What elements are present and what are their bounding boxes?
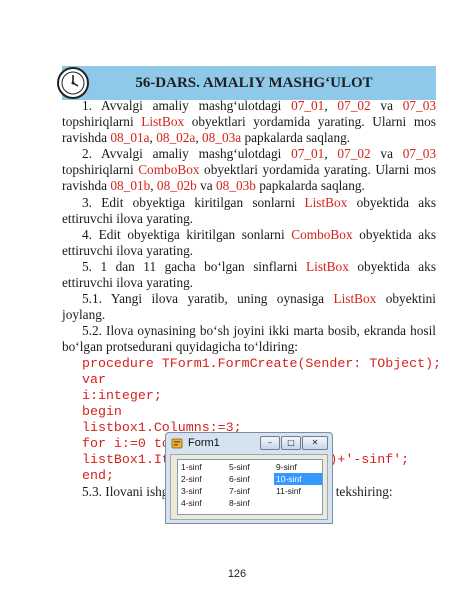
lesson-title: 56-DARS. AMALIY MASHG‘ULOT [135,74,373,91]
page-number: 126 [227,568,247,580]
delphi-app-icon [171,438,183,449]
code-line: procedure TForm1.FormCreate(Sender: TObj… [82,355,442,371]
code-line: var [82,371,106,387]
list-item[interactable]: 11-sinf [274,485,322,497]
list-item-selected[interactable]: 10-sinf [274,473,322,485]
task-5-2: 5.2. Ilova oynasining bo‘sh joyini ikki … [62,323,436,355]
list-item[interactable]: 6-sinf [227,473,275,485]
listbox-column: 5-sinf 6-sinf 7-sinf 8-sinf [227,461,275,509]
list-item[interactable]: 4-sinf [179,497,227,509]
lesson-banner: 56-DARS. AMALIY MASHG‘ULOT [62,66,436,100]
task-4: 4. Edit obyektiga kiritilgan sonlarni Co… [62,226,436,258]
window-controls: – □ ✕ [260,436,328,450]
listbox1[interactable]: 1-sinf 2-sinf 3-sinf 4-sinf 5-sinf 6-sin… [177,459,323,515]
list-item[interactable]: 2-sinf [179,473,227,485]
close-button[interactable]: ✕ [302,436,328,450]
window-client-area: 1-sinf 2-sinf 3-sinf 4-sinf 5-sinf 6-sin… [170,454,328,520]
window-title: Form1 [188,437,220,449]
code-line: i:integer; [82,387,162,403]
list-item[interactable]: 3-sinf [179,485,227,497]
list-item[interactable]: 1-sinf [179,461,227,473]
window-titlebar[interactable]: Form1 – □ ✕ [166,433,332,453]
task-2: 2. Avvalgi amaliy mashg‘ulotdagi 07_01, … [62,146,436,194]
task-3: 3. Edit obyektiga kiritilgan sonlarni Li… [62,194,436,226]
listbox-column: 9-sinf 10-sinf 11-sinf [274,461,322,497]
lesson-clock-badge-icon [57,67,89,99]
list-item[interactable]: 7-sinf [227,485,275,497]
listbox-column: 1-sinf 2-sinf 3-sinf 4-sinf [179,461,227,509]
form1-window: Form1 – □ ✕ 1-sinf 2-sinf 3-sinf 4-sinf … [165,432,333,524]
task-5: 5. 1 dan 11 gacha bo‘lgan sinflarni List… [62,258,437,291]
list-item[interactable]: 9-sinf [274,461,322,473]
maximize-button[interactable]: □ [281,436,301,450]
list-item[interactable]: 5-sinf [227,461,275,473]
list-item[interactable]: 8-sinf [227,497,275,509]
minimize-button[interactable]: – [260,436,280,450]
task-1: 1. Avvalgi amaliy mashg‘ulotdagi 07_01, … [62,98,436,146]
code-line: begin [82,403,122,419]
task-5-1: 5.1. Yangi ilova yaratib, uning oynasiga… [62,291,436,323]
